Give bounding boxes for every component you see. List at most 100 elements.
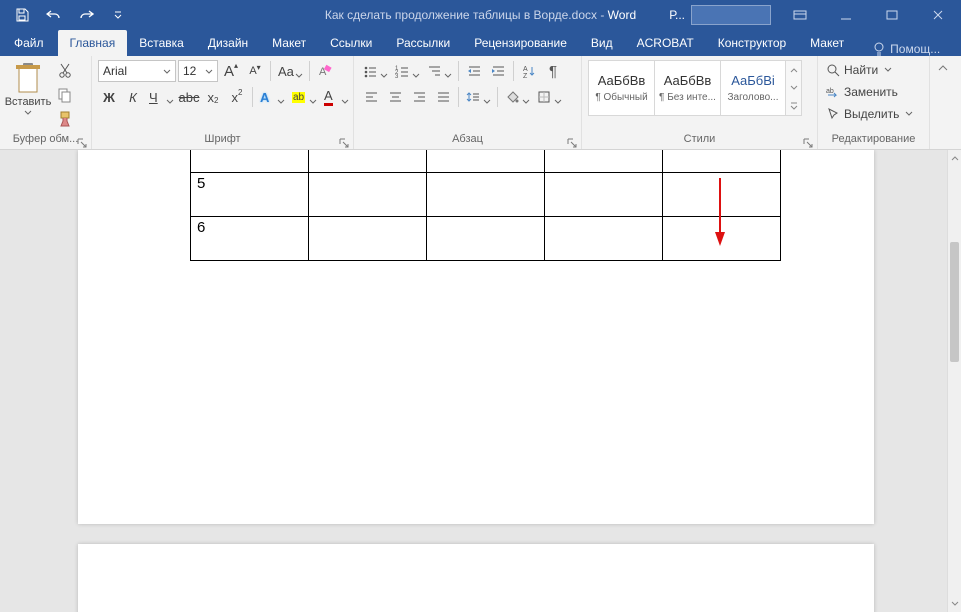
style-no-spacing[interactable]: АаБбВв¶ Без инте... <box>654 60 720 116</box>
tab-design[interactable]: Дизайн <box>196 30 260 56</box>
tab-table-design[interactable]: Конструктор <box>706 30 798 56</box>
undo-button[interactable] <box>40 1 68 29</box>
format-painter-button[interactable] <box>54 108 76 130</box>
style-normal[interactable]: АаБбВв¶ Обычный <box>588 60 654 116</box>
replace-icon: ab <box>826 85 840 99</box>
paragraph-dialog-launcher[interactable] <box>567 137 577 147</box>
font-name-combo[interactable]: Arial <box>98 60 176 82</box>
svg-text:Z: Z <box>523 73 528 78</box>
ribbon-display-button[interactable] <box>777 0 823 30</box>
grow-font-button[interactable]: A▴ <box>220 60 242 82</box>
scissors-icon <box>58 63 72 79</box>
scroll-down-button[interactable] <box>948 596 961 612</box>
style-heading1[interactable]: АаБбВіЗаголово... <box>720 60 786 116</box>
tab-insert[interactable]: Вставка <box>127 30 196 56</box>
shading-button[interactable] <box>502 86 532 108</box>
table-1[interactable]: 5 6 <box>190 150 781 261</box>
subscript-button[interactable]: x2 <box>202 86 224 108</box>
align-right-button[interactable] <box>408 86 430 108</box>
redo-button[interactable] <box>72 1 100 29</box>
tell-me-label: Помощ... <box>890 42 940 56</box>
decrease-indent-button[interactable] <box>463 60 485 82</box>
styles-expand[interactable] <box>786 97 801 115</box>
separator <box>513 61 514 81</box>
replace-button[interactable]: abЗаменить <box>824 82 915 102</box>
line-spacing-icon <box>466 90 480 104</box>
cut-button[interactable] <box>54 60 76 82</box>
collapse-ribbon-button[interactable] <box>930 56 956 149</box>
vertical-scrollbar[interactable] <box>947 150 961 612</box>
superscript-button[interactable]: x2 <box>226 86 248 108</box>
group-font: Arial 12 A▴ A▾ Aa A Ж К Ч abc x2 x2 <box>92 56 354 149</box>
copy-icon <box>57 87 73 103</box>
group-font-label: Шрифт <box>98 131 347 149</box>
clipboard-dialog-launcher[interactable] <box>77 137 87 147</box>
tab-home[interactable]: Главная <box>58 30 128 56</box>
maximize-button[interactable] <box>869 0 915 30</box>
quick-access-toolbar <box>0 1 132 29</box>
account-box[interactable] <box>691 5 771 25</box>
table-row[interactable] <box>191 150 781 172</box>
bold-button[interactable]: Ж <box>98 86 120 108</box>
qat-customize-button[interactable] <box>104 1 132 29</box>
change-case-button[interactable]: Aa <box>275 60 305 82</box>
italic-button[interactable]: К <box>122 86 144 108</box>
tab-table-layout[interactable]: Макет <box>798 30 856 56</box>
table-row[interactable]: 6 <box>191 216 781 260</box>
svg-text:A: A <box>523 66 528 73</box>
line-spacing-button[interactable] <box>463 86 493 108</box>
sort-button[interactable]: AZ <box>518 60 540 82</box>
font-color-button[interactable]: A <box>321 86 351 108</box>
highlight-button[interactable]: ab <box>289 86 319 108</box>
tab-review[interactable]: Рецензирование <box>462 30 579 56</box>
tab-file[interactable]: Файл <box>0 30 58 56</box>
font-size-combo[interactable]: 12 <box>178 60 218 82</box>
tab-layout[interactable]: Макет <box>260 30 318 56</box>
styles-row-up[interactable] <box>786 61 801 79</box>
lightbulb-icon <box>872 42 886 56</box>
numbering-button[interactable]: 123 <box>392 60 422 82</box>
bullets-button[interactable] <box>360 60 390 82</box>
strike-button[interactable]: abc <box>178 86 200 108</box>
tab-mailings[interactable]: Рассылки <box>384 30 462 56</box>
align-left-button[interactable] <box>360 86 382 108</box>
tell-me[interactable]: Помощ... <box>862 42 950 56</box>
justify-button[interactable] <box>432 86 454 108</box>
styles-row-down[interactable] <box>786 79 801 97</box>
underline-button[interactable]: Ч <box>146 86 176 108</box>
clipboard-icon <box>13 62 43 96</box>
multilevel-button[interactable] <box>424 60 454 82</box>
text-effects-button[interactable]: A <box>257 86 287 108</box>
annotation-arrow <box>714 178 726 248</box>
scrollbar-thumb[interactable] <box>950 242 959 362</box>
increase-indent-button[interactable] <box>487 60 509 82</box>
save-button[interactable] <box>8 1 36 29</box>
find-button[interactable]: Найти <box>824 60 915 80</box>
tab-view[interactable]: Вид <box>579 30 625 56</box>
separator <box>497 87 498 107</box>
show-marks-button[interactable]: ¶ <box>542 60 564 82</box>
shrink-font-button[interactable]: A▾ <box>244 60 266 82</box>
font-dialog-launcher[interactable] <box>339 137 349 147</box>
select-button[interactable]: Выделить <box>824 104 915 124</box>
table-row[interactable]: 5 <box>191 172 781 216</box>
tab-acrobat[interactable]: ACROBAT <box>625 30 706 56</box>
chevron-down-icon <box>24 110 32 116</box>
styles-gallery-more[interactable] <box>786 60 802 116</box>
align-center-button[interactable] <box>384 86 406 108</box>
share-indicator[interactable]: Р... <box>669 8 685 22</box>
styles-dialog-launcher[interactable] <box>803 137 813 147</box>
numbering-icon: 123 <box>395 64 409 78</box>
minimize-button[interactable] <box>823 0 869 30</box>
group-clipboard-label: Буфер обм... <box>6 131 85 149</box>
close-button[interactable] <box>915 0 961 30</box>
paste-button[interactable]: Вставить <box>6 60 50 126</box>
group-editing: Найти abЗаменить Выделить Редактирование <box>818 56 930 149</box>
eraser-icon: A <box>317 63 333 79</box>
copy-button[interactable] <box>54 84 76 106</box>
borders-button[interactable] <box>534 86 564 108</box>
scroll-up-button[interactable] <box>948 150 961 166</box>
clear-formatting-button[interactable]: A <box>314 60 336 82</box>
document-area[interactable]: 5 6 7 8 <box>0 150 947 612</box>
tab-references[interactable]: Ссылки <box>318 30 384 56</box>
